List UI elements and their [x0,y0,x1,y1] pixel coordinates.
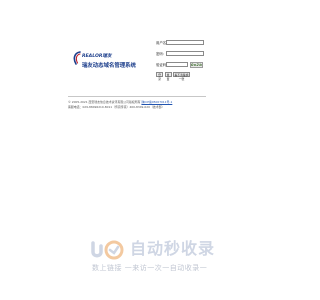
icp-link[interactable]: 陕ICP备05007011号-1 [141,100,172,104]
password-label: 密码: [156,52,164,56]
watermark-subtitle: 数上链接 一来访一次一自动收录一 [92,264,208,272]
login-form: 用户名: 密码: 验证码: 0x2b 登 录 重 置 看不清楚换一张 [156,40,208,82]
refresh-captcha-button[interactable]: 看不清楚换一张 [173,72,190,81]
brand-name-en: REALOR瑞友 [82,54,112,59]
watermark-title: 自动秒收录 [130,239,216,258]
copyright-text: © 2005-2021 西安瑞友信息技术资讯有限公司版权所有 [68,100,141,104]
reset-button[interactable]: 重 置 [164,72,172,81]
password-row: 密码: [156,51,208,57]
brand-logo: REALOR瑞友 瑞友动态域名管理系统 [72,50,152,72]
watermark-logo-icon [91,240,124,260]
captcha-input[interactable] [166,62,188,67]
system-title: 瑞友动态域名管理系统 [82,63,136,69]
captcha-image[interactable]: 0x2b [190,62,203,68]
contact-line: 客服电话：029-88496210-8011（传真传真）400-8349-020… [68,105,164,109]
username-input[interactable] [166,40,204,45]
realor-swirl-icon [73,51,81,65]
form-buttons: 登 录 重 置 看不清楚换一张 [156,72,208,81]
copyright-line: © 2005-2021 西安瑞友信息技术资讯有限公司版权所有 陕ICP备0500… [68,100,172,104]
username-row: 用户名: [156,40,208,46]
captcha-row: 验证码: 0x2b [156,62,208,68]
login-button[interactable]: 登 录 [156,72,163,81]
password-input[interactable] [166,51,204,56]
login-page: REALOR瑞友 瑞友动态域名管理系统 用户名: 密码: 验证码: 0x2b 登… [0,0,300,300]
phone-text: 客服电话：029-88496210-8011（传真传真）400-8349-020… [68,105,165,109]
footer-divider [68,96,206,97]
